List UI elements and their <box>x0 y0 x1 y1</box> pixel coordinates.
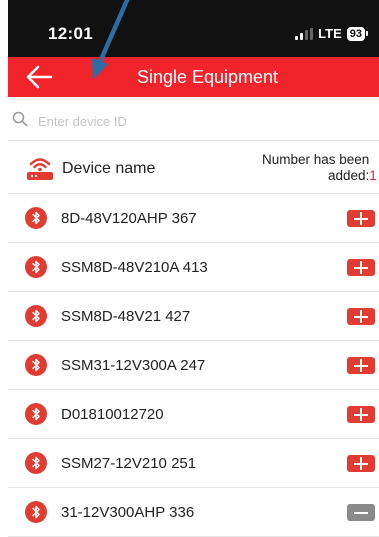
device-name: 31-12V300AHP 336 <box>61 504 195 521</box>
search-icon <box>12 111 28 127</box>
added-count: Number has been added:1 <box>262 152 379 184</box>
list-item[interactable]: SSM8D-48V210A 413 <box>8 243 379 292</box>
remove-device-button[interactable] <box>347 504 375 521</box>
add-device-button[interactable] <box>347 357 375 374</box>
device-name-column: Device name <box>62 160 156 177</box>
signal-icon <box>295 27 314 40</box>
add-device-button[interactable] <box>347 308 375 325</box>
bluetooth-icon <box>25 354 47 376</box>
status-indicators: LTE 93 <box>295 26 369 41</box>
added-count-line2: added:1 <box>262 168 379 184</box>
added-count-value: 1 <box>369 168 377 183</box>
list-item[interactable]: D01810012720 <box>8 390 379 439</box>
add-device-button[interactable] <box>347 455 375 472</box>
list-item[interactable]: SSM27-12V210 251 <box>8 439 379 488</box>
bluetooth-icon <box>25 207 47 229</box>
list-item[interactable]: 31-12V300AHP 336 <box>8 488 379 537</box>
battery-icon: 93 <box>346 26 369 41</box>
device-name: SSM27-12V210 251 <box>61 455 197 472</box>
bluetooth-icon <box>25 256 47 278</box>
add-device-button[interactable] <box>347 406 375 423</box>
list-item[interactable]: SSM31-12V300A 247 <box>8 341 379 390</box>
device-name: SSM8D-48V210A 413 <box>61 259 208 276</box>
device-name: SSM8D-48V21 427 <box>61 308 191 325</box>
device-name: D01810012720 <box>61 406 164 423</box>
list-header: Device name Number has been added:1 <box>8 141 379 194</box>
network-type: LTE <box>318 26 342 41</box>
search-bar <box>8 100 379 141</box>
router-icon <box>27 158 53 180</box>
added-count-label-line1: Number has been <box>262 152 370 167</box>
added-count-label-line2: added: <box>328 168 370 183</box>
bluetooth-icon <box>25 305 47 327</box>
bluetooth-icon <box>25 501 47 523</box>
status-time: 12:01 <box>48 24 93 43</box>
page-title: Single Equipment <box>136 67 279 87</box>
app-header: Single Equipment <box>8 57 379 97</box>
device-name: SSM31-12V300A 247 <box>61 357 206 374</box>
list-item[interactable]: 8D-48V120AHP 367 <box>8 194 379 243</box>
bluetooth-icon <box>25 452 47 474</box>
device-id-input[interactable] <box>36 108 360 134</box>
list-item[interactable]: SSM8D-48V21 427 <box>8 292 379 341</box>
status-bar: 12:01 LTE 93 <box>8 0 379 57</box>
battery-level: 93 <box>349 27 362 40</box>
add-device-button[interactable] <box>347 210 375 227</box>
app-screen: 12:01 LTE 93 Single Equipment Enter devi… <box>8 0 379 537</box>
device-name: 8D-48V120AHP 367 <box>61 210 197 227</box>
add-device-button[interactable] <box>347 259 375 276</box>
bluetooth-icon <box>25 403 47 425</box>
